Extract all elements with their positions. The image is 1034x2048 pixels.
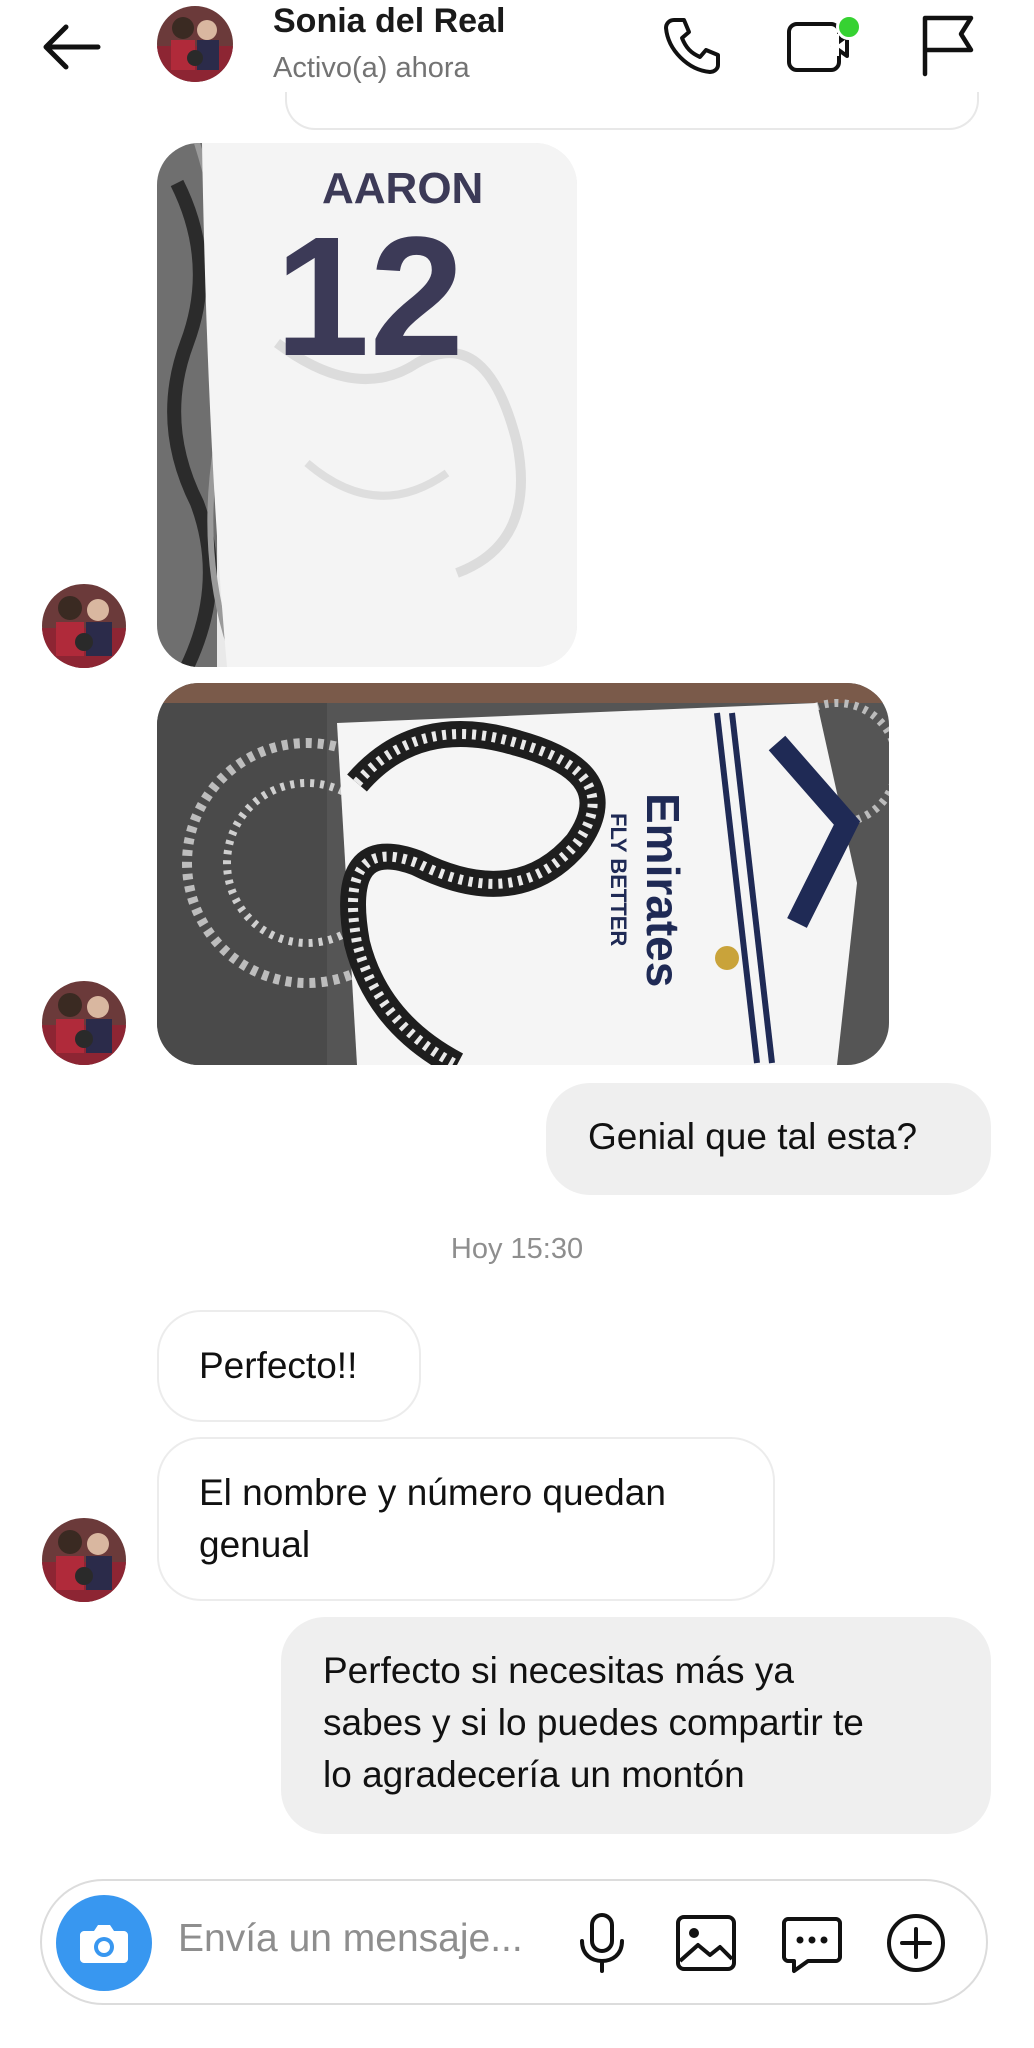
- message-text: Perfecto!!: [199, 1345, 358, 1386]
- avatar[interactable]: [42, 1518, 126, 1602]
- microphone-icon[interactable]: [568, 1909, 636, 1977]
- contact-name[interactable]: Sonia del Real: [273, 2, 505, 41]
- flag-icon[interactable]: [915, 12, 981, 78]
- message-composer: Envía un mensaje...: [40, 1879, 988, 2005]
- image-icon[interactable]: [672, 1909, 740, 1977]
- incoming-message[interactable]: Perfecto!!: [157, 1310, 421, 1422]
- message-timestamp: Hoy 15:30: [450, 1233, 584, 1265]
- sponsor-text: Emirates: [637, 793, 689, 987]
- jersey-number-text: 12: [275, 202, 464, 392]
- arrow-left-icon[interactable]: [38, 22, 108, 72]
- message-text-line: lo agradecería un montón: [323, 1754, 745, 1795]
- previous-message-bubble: [285, 92, 979, 130]
- incoming-message[interactable]: El nombre y número quedan genual: [157, 1437, 775, 1601]
- avatar[interactable]: [42, 981, 126, 1065]
- outgoing-message[interactable]: Genial que tal esta?: [546, 1083, 991, 1195]
- message-text: Genial que tal esta?: [588, 1116, 918, 1157]
- message-text-line: genual: [199, 1524, 311, 1565]
- camera-icon: [80, 1925, 128, 1963]
- phone-icon[interactable]: [660, 12, 726, 78]
- video-call-icon[interactable]: [785, 12, 862, 78]
- jersey-back-photo[interactable]: AARON 12: [157, 143, 577, 667]
- sponsor-tagline: FLY BETTER: [606, 813, 631, 946]
- avatar[interactable]: [42, 584, 126, 668]
- outgoing-message[interactable]: Perfecto si necesitas más ya sabes y si …: [281, 1617, 991, 1834]
- online-dot: [836, 14, 862, 40]
- message-text-line: sabes y si lo puedes compartir te: [323, 1702, 864, 1743]
- camera-button[interactable]: [56, 1895, 152, 1991]
- plus-circle-icon[interactable]: [882, 1909, 950, 1977]
- chat-bubble-icon[interactable]: [778, 1909, 846, 1977]
- avatar[interactable]: [157, 6, 233, 82]
- jersey-front-photo[interactable]: Emirates FLY BETTER: [157, 683, 889, 1065]
- contact-status: Activo(a) ahora: [273, 52, 470, 84]
- message-text-line: Perfecto si necesitas más ya: [323, 1650, 794, 1691]
- message-text-line: El nombre y número quedan: [199, 1472, 666, 1513]
- message-input[interactable]: Envía un mensaje...: [178, 1917, 523, 1961]
